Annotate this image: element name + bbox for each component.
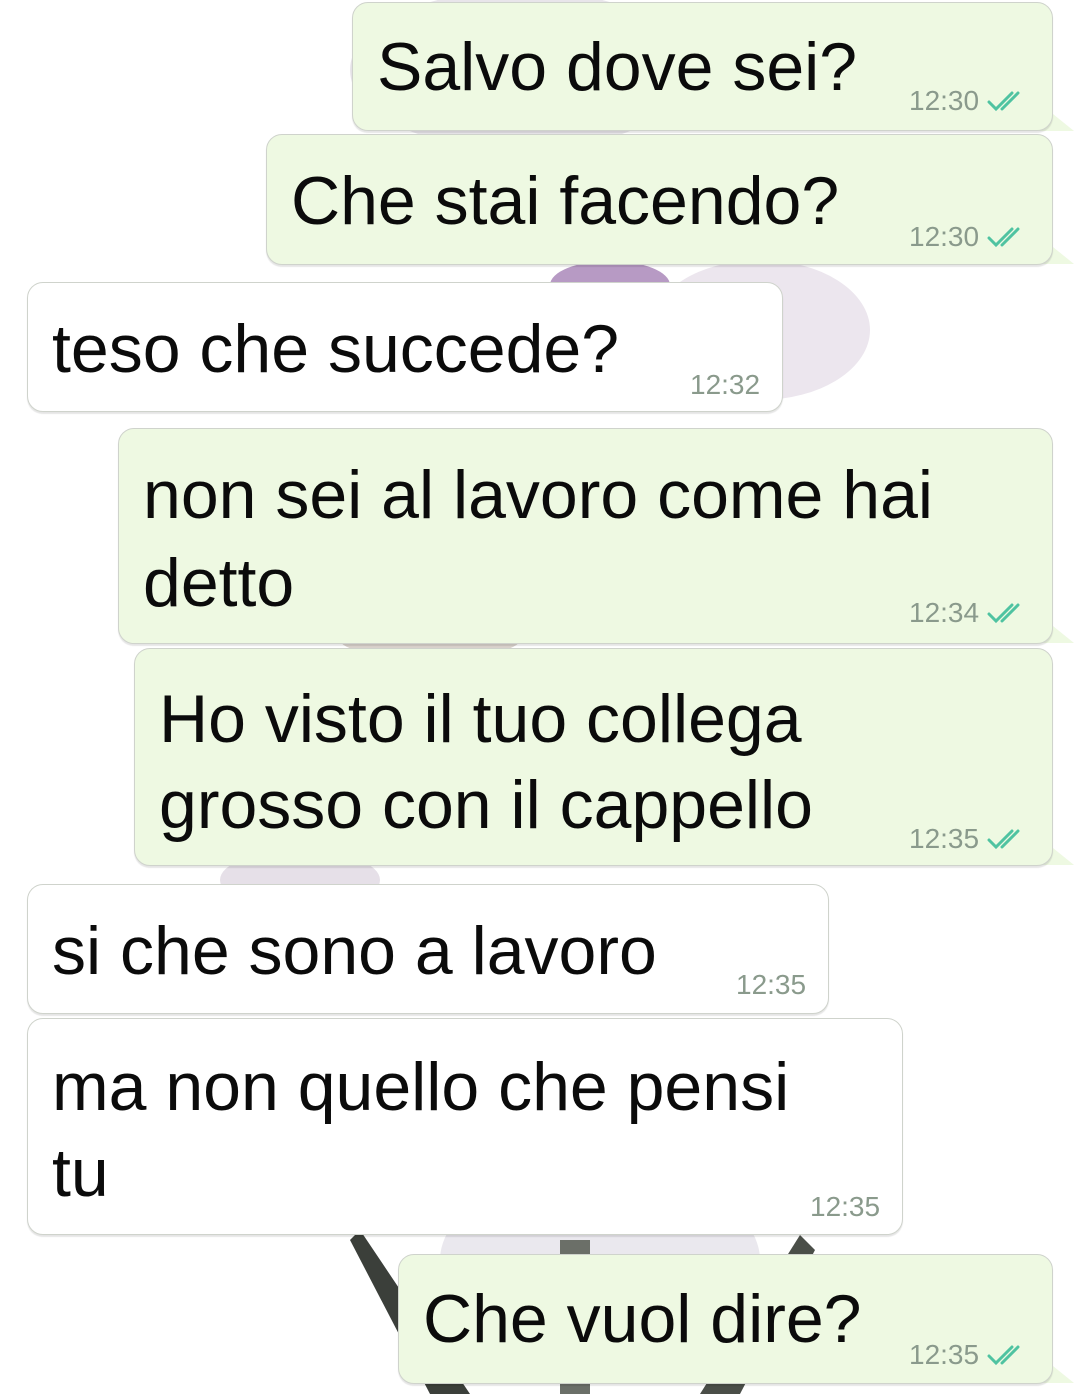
message-time: 12:35	[909, 823, 980, 854]
message-text-line: non sei al lavoro come hai	[143, 457, 934, 533]
message-time: 12:34	[909, 597, 980, 628]
double-check-icon	[987, 603, 1020, 624]
message-text: Che vuol dire?	[423, 1281, 862, 1357]
message-meta: 12:35	[736, 969, 806, 1001]
message-meta: 12:34	[909, 597, 1031, 629]
message-bubble-outgoing[interactable]: Ho visto il tuo collega grosso con il ca…	[134, 648, 1053, 866]
message-meta: 12:30	[909, 85, 1031, 117]
message-text-line: Ho visto il tuo collega	[159, 681, 802, 757]
message-text-line: ma non quello che pensi	[52, 1049, 790, 1125]
message-bubble-incoming[interactable]: teso che succede? 12:32	[27, 282, 783, 412]
message-bubble-outgoing[interactable]: non sei al lavoro come hai detto 12:34	[118, 428, 1053, 644]
message-meta: 12:32	[690, 369, 760, 401]
double-check-icon	[987, 829, 1020, 850]
message-bubble-outgoing[interactable]: Che stai facendo? 12:30	[266, 134, 1053, 265]
message-text-line: detto	[143, 545, 295, 621]
message-text-line: tu	[52, 1135, 109, 1211]
message-text: si che sono a lavoro	[52, 913, 657, 989]
double-check-icon	[987, 91, 1020, 112]
message-time: 12:30	[909, 85, 980, 116]
message-meta: 12:30	[909, 221, 1031, 253]
message-bubble-incoming[interactable]: ma non quello che pensi tu 12:35	[27, 1018, 903, 1235]
message-meta: 12:35	[909, 823, 1031, 855]
message-time: 12:35	[736, 969, 807, 1000]
double-check-icon	[987, 1345, 1020, 1366]
message-time: 12:30	[909, 221, 980, 252]
message-time: 12:35	[909, 1339, 980, 1370]
message-bubble-incoming[interactable]: si che sono a lavoro 12:35	[27, 884, 829, 1014]
message-text: Salvo dove sei?	[377, 29, 858, 105]
message-bubble-outgoing[interactable]: Che vuol dire? 12:35	[398, 1254, 1053, 1384]
message-text: Che stai facendo?	[291, 163, 840, 239]
message-bubble-outgoing[interactable]: Salvo dove sei? 12:30	[352, 2, 1053, 131]
message-text-line: grosso con il cappello	[159, 767, 813, 843]
message-text: teso che succede?	[52, 311, 620, 387]
message-time: 12:35	[810, 1191, 881, 1222]
message-meta: 12:35	[810, 1191, 880, 1223]
double-check-icon	[987, 227, 1020, 248]
message-meta: 12:35	[909, 1339, 1031, 1371]
message-time: 12:32	[690, 369, 761, 400]
